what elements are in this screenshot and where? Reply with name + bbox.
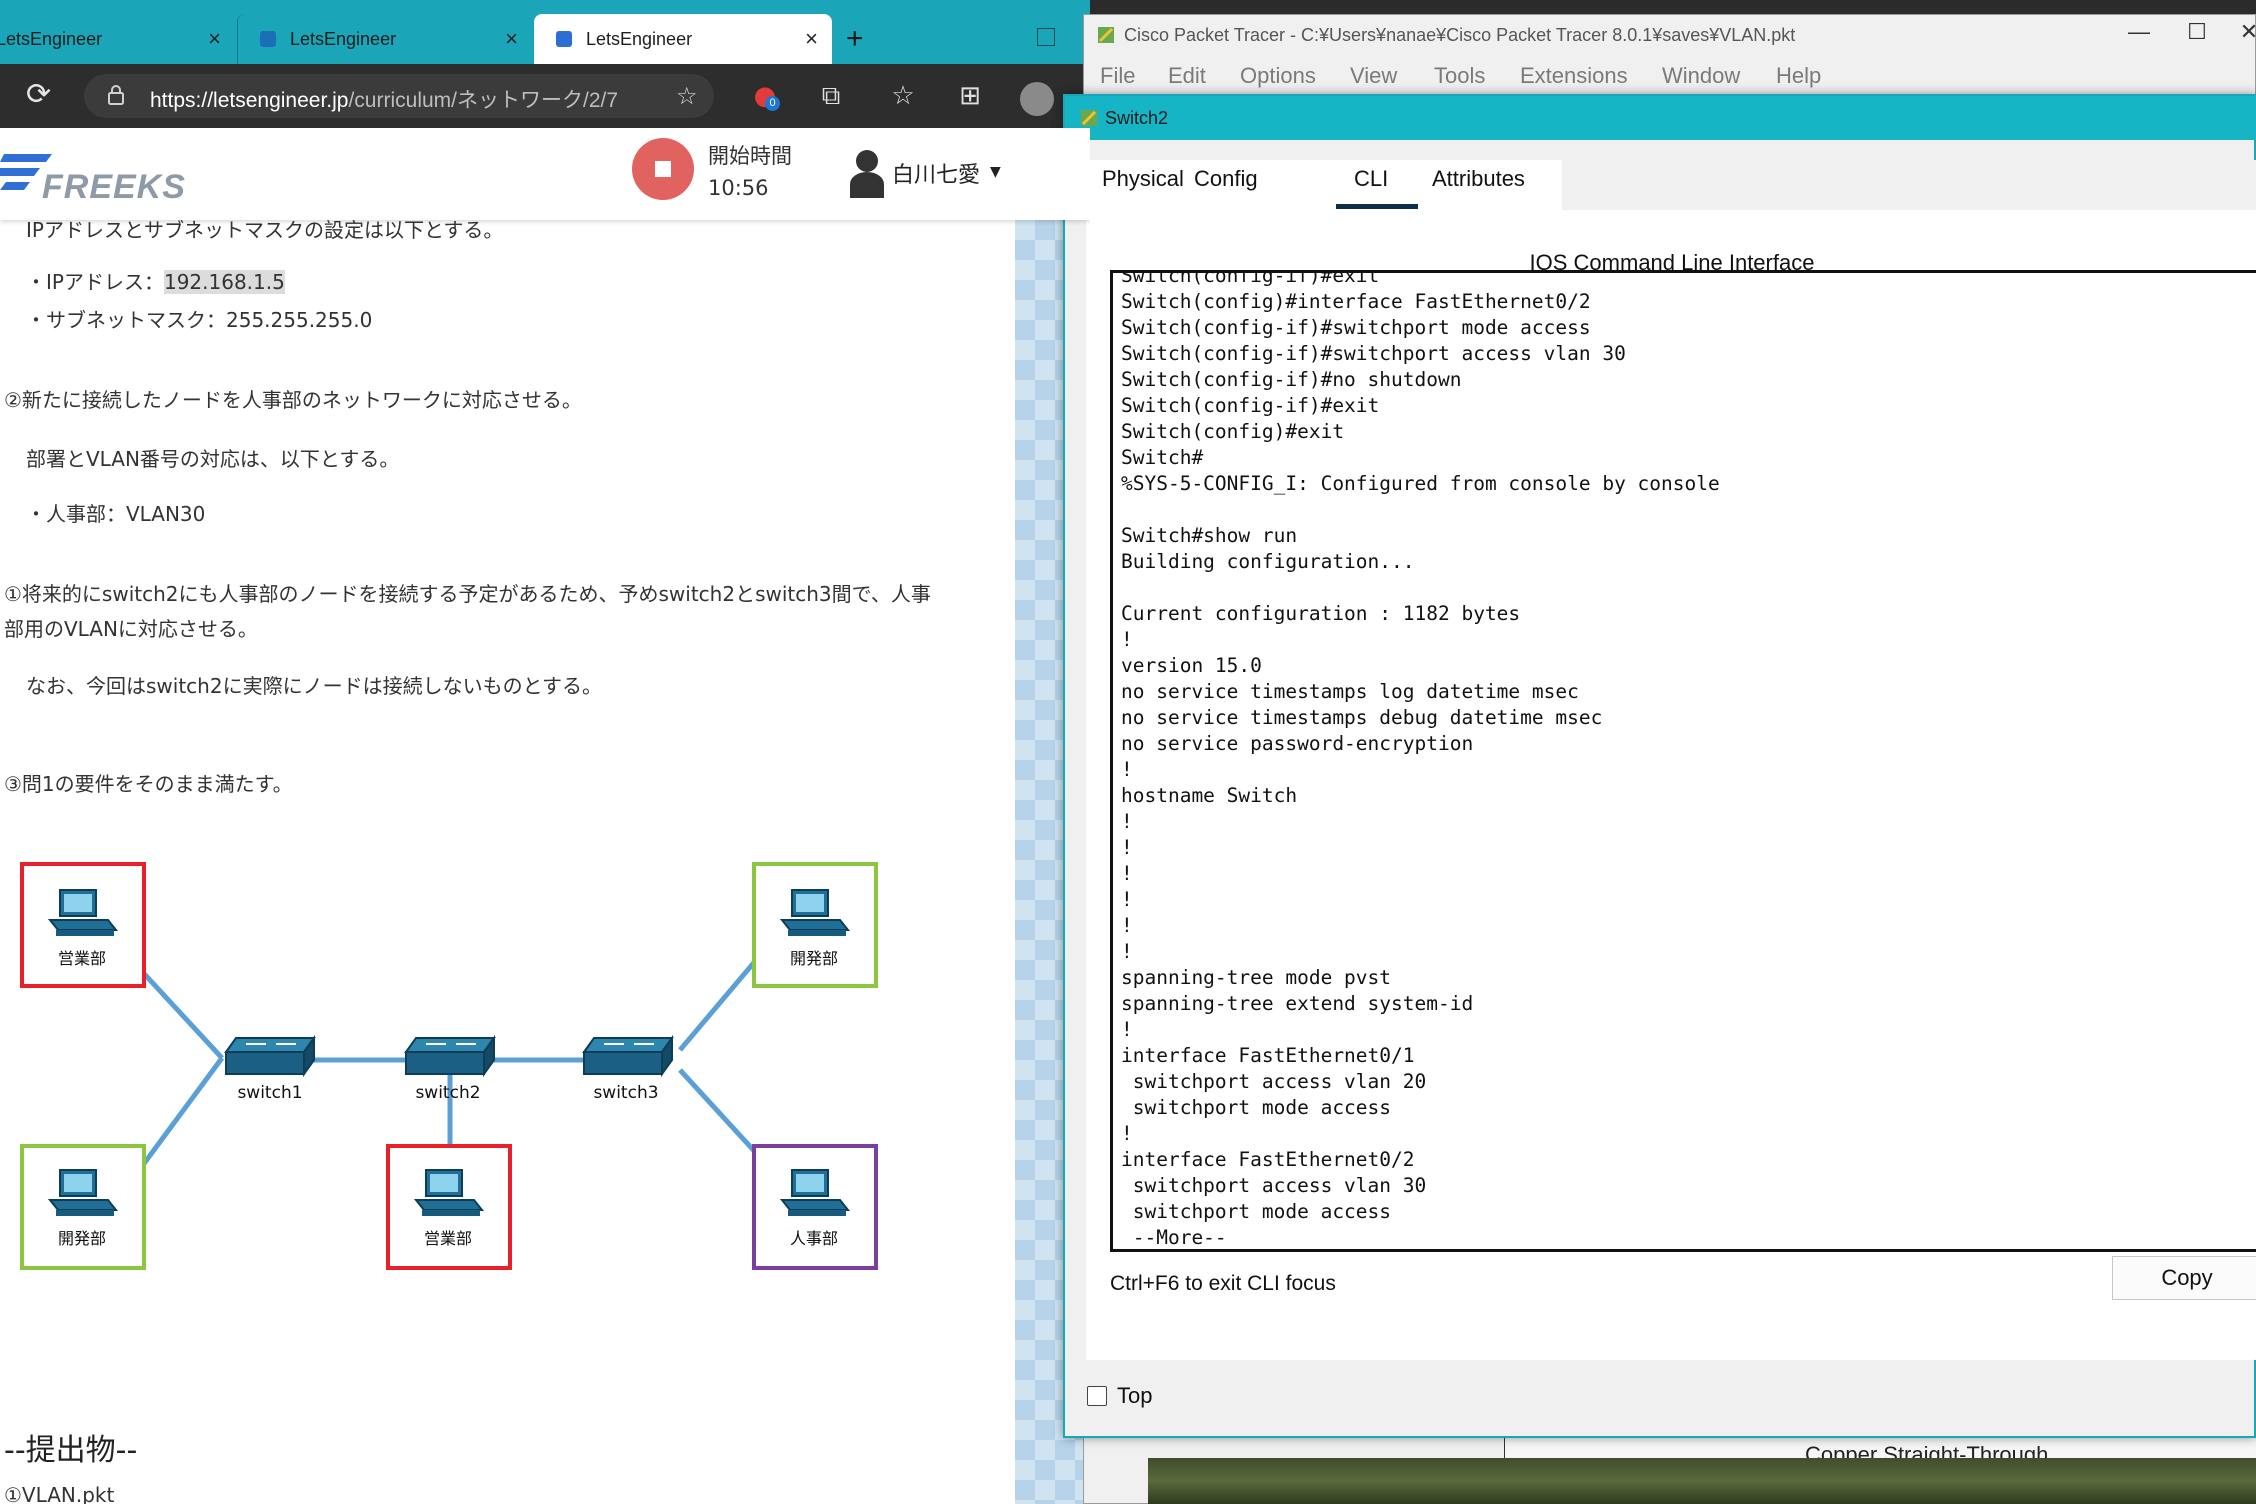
- node-label: 開発部: [58, 1229, 106, 1248]
- address-bar[interactable]: https://letsengineer.jp/curriculum/ネットワー…: [84, 74, 714, 118]
- address-toolbar: ⟳ https://letsengineer.jp/curriculum/ネット…: [0, 64, 1090, 128]
- tab-bar: Physical Config CLI Attributes: [1086, 160, 2256, 210]
- switch3: switch3: [583, 1037, 673, 1103]
- dept-vlan-line: 部署とVLAN番号の対応は、以下とする。: [26, 447, 400, 471]
- puzzle-extensions-icon[interactable]: ⧉: [816, 82, 846, 112]
- switch2-dialog: Switch2 Physical Config CLI Attributes I…: [1063, 94, 2256, 1438]
- site-favicon-icon: [260, 31, 276, 47]
- caret-down-icon[interactable]: ▼: [990, 164, 1001, 180]
- site-logo-text: FREEKS: [42, 168, 186, 206]
- browser-tab-1[interactable]: LetsEngineer ×: [0, 14, 235, 64]
- stop-icon: [655, 161, 671, 177]
- dialog-titlebar[interactable]: Switch2: [1065, 96, 2256, 140]
- switch-label: switch3: [593, 1083, 658, 1103]
- tab-label: LetsEngineer: [290, 28, 397, 49]
- node-label: 営業部: [58, 949, 106, 968]
- close-icon[interactable]: ✕: [2224, 19, 2256, 49]
- maximize-icon[interactable]: ☐: [2172, 19, 2222, 49]
- node-dev-1: 開発部: [20, 1144, 146, 1270]
- refresh-icon[interactable]: ⟳: [26, 80, 56, 110]
- menu-help[interactable]: Help: [1776, 63, 1821, 89]
- new-tab-button[interactable]: +: [846, 22, 864, 56]
- node-sales-1: 営業部: [20, 862, 146, 988]
- url-path: /curriculum/ネットワーク/2/7: [348, 89, 619, 112]
- favorites-icon[interactable]: ☆: [888, 82, 918, 112]
- menu-edit[interactable]: Edit: [1168, 63, 1206, 89]
- user-icon: [850, 150, 884, 198]
- note-line: なお、今回はswitch2に実際にノードは接続しないものとする。: [26, 674, 602, 698]
- close-tab-icon[interactable]: ×: [505, 26, 518, 52]
- menu-file[interactable]: File: [1100, 63, 1135, 89]
- tab-label: LetsEngineer: [0, 28, 103, 49]
- packet-tracer-icon: [1081, 110, 1097, 126]
- switch2: switch2: [405, 1037, 495, 1103]
- top-label: Top: [1117, 1383, 1153, 1408]
- menu-bar: File Edit Options View Tools Extensions …: [1084, 59, 2256, 93]
- tab-group: Physical Config CLI Attributes: [1088, 160, 1562, 210]
- switch-label: switch1: [237, 1083, 302, 1103]
- browser-tab-3-active[interactable]: LetsEngineer ×: [534, 14, 832, 64]
- copy-button[interactable]: Copy: [2112, 1256, 2256, 1300]
- subnet-line: ・サブネットマスク：255.255.255.0: [26, 308, 373, 332]
- url-text: https://letsengineer.jp/curriculum/ネットワー…: [150, 84, 618, 114]
- profile-avatar[interactable]: [1020, 82, 1054, 116]
- minimize-icon[interactable]: —: [2114, 19, 2164, 49]
- tab-attributes[interactable]: Attributes: [1432, 166, 1525, 192]
- start-time-label: 開始時間: [708, 144, 792, 168]
- hr-vlan-line: ・人事部：VLAN30: [26, 502, 206, 526]
- add-favorite-icon[interactable]: ☆: [676, 82, 698, 110]
- requirement-1-line1: ①将来的にswitch2にも人事部のノードを接続する予定があるため、予めswit…: [4, 582, 931, 606]
- cli-focus-hint: Ctrl+F6 to exit CLI focus: [1110, 1272, 1336, 1295]
- url-host: https://letsengineer.jp: [150, 89, 349, 112]
- top-checkbox[interactable]: [1087, 1386, 1107, 1406]
- node-dev-2: 開発部: [752, 862, 878, 988]
- desktop-wallpaper: [1148, 1458, 2256, 1504]
- ip-address-line: ・IPアドレス：192.168.1.5: [26, 266, 285, 295]
- menu-window[interactable]: Window: [1662, 63, 1740, 89]
- start-time-value: 10:56: [708, 176, 769, 200]
- menu-view[interactable]: View: [1350, 63, 1397, 89]
- user-name[interactable]: 白川七愛: [892, 157, 980, 189]
- dialog-body: Physical Config CLI Attributes IOS Comma…: [1086, 160, 2256, 1360]
- deliverables-heading: --提出物--: [4, 1433, 138, 1468]
- menu-extensions[interactable]: Extensions: [1520, 63, 1628, 89]
- requirement-1-line2: 部用のVLANに対応させる。: [4, 617, 258, 641]
- tab-cli[interactable]: CLI: [1354, 166, 1388, 192]
- packet-tracer-icon: [1098, 27, 1114, 43]
- deliverable-item: ①VLAN.pkt: [4, 1483, 115, 1504]
- ip-prefix: ・IPアドレス：: [26, 270, 164, 294]
- menu-options[interactable]: Options: [1240, 63, 1316, 89]
- requirement-2: ②新たに接続したノードを人事部のネットワークに対応させる。: [4, 388, 582, 412]
- window-title: Cisco Packet Tracer - C:¥Users¥nanae¥Cis…: [1124, 25, 1796, 45]
- tab-label: LetsEngineer: [586, 28, 693, 49]
- dialog-title: Switch2: [1105, 108, 1169, 128]
- site-favicon-icon: [556, 31, 572, 47]
- switch1: switch1: [225, 1037, 315, 1103]
- menu-tools[interactable]: Tools: [1434, 63, 1485, 89]
- node-label: 営業部: [424, 1229, 472, 1248]
- close-tab-icon[interactable]: ×: [208, 26, 221, 52]
- active-tab-indicator: [1336, 204, 1418, 209]
- tab-config[interactable]: Config: [1194, 166, 1258, 192]
- extension-badge: 0: [765, 96, 780, 111]
- browser-tab-bar: LetsEngineer × LetsEngineer × LetsEngine…: [0, 0, 1090, 64]
- ip-value: 192.168.1.5: [163, 270, 285, 294]
- collections-icon[interactable]: ⊞: [955, 82, 985, 112]
- stop-timer-button[interactable]: [632, 138, 694, 200]
- close-tab-icon[interactable]: ×: [805, 26, 818, 52]
- requirement-3: ③問1の要件をそのまま満たす。: [4, 772, 293, 796]
- tab-physical[interactable]: Physical: [1102, 166, 1184, 192]
- terminal-output: Switch(config-if)#exit Switch(config)#in…: [1121, 270, 1720, 1249]
- browser-window: LetsEngineer × LetsEngineer × LetsEngine…: [0, 0, 1090, 1504]
- maximize-icon[interactable]: [1037, 28, 1055, 46]
- lock-icon: [108, 85, 124, 105]
- node-label: 開発部: [790, 949, 838, 968]
- network-diagram: 営業部 開発部 営業部 開発部 人事部 switch1 switch2 swit…: [20, 862, 878, 1270]
- node-hr: 人事部: [752, 1144, 878, 1270]
- switch-label: switch2: [415, 1083, 480, 1103]
- node-sales-2: 営業部: [386, 1144, 512, 1270]
- node-label: 人事部: [790, 1229, 838, 1248]
- browser-tab-2[interactable]: LetsEngineer ×: [237, 14, 532, 64]
- cli-terminal[interactable]: Switch(config-if)#exit Switch(config)#in…: [1110, 270, 2256, 1252]
